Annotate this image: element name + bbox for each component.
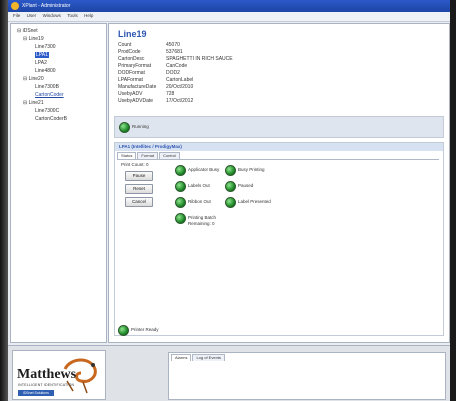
device-tabs: Status Format Control [117,152,181,159]
label-presented-led-icon [225,197,236,208]
print-count: Print Count: 0 [121,162,149,167]
company-logo: Matthews INTELLIGENT IDENTIFICATION iDSn… [12,350,106,400]
line-status-strip: Running [114,116,444,138]
printer-status-text: Printer Ready [131,327,159,332]
app-icon [11,2,19,10]
monitor-bezel-left [0,0,8,401]
field-row: DODFormat DOD2 [118,70,180,76]
menu-windows[interactable]: Windows [43,13,61,18]
busy-printing-led-icon [225,165,236,176]
tree-item-cartoncoder[interactable]: CartonCoder [35,92,64,98]
tree-item-line7300b[interactable]: Line7300B [35,84,59,90]
line-detail-pane: Line19 Count 45070 ProdCode 537681 CartonD… [108,23,450,343]
tree-item-cartoncoderb[interactable]: CartonCoderB [35,116,67,122]
indicator-label: Labels Out [188,183,210,188]
tab-status[interactable]: Status [117,152,137,159]
menu-user[interactable]: User [27,13,37,18]
device-tree: ⊟ iDSnet ⊟ Line19 Line7300 LPA1 LPA2 Lin… [10,23,107,343]
field-row: LPAFormat CartonLabel [118,77,194,83]
logo-badge: iDSnet Solutions [18,390,54,396]
reset-button[interactable]: Reset [125,184,153,194]
ribbon-out-led-icon [175,197,186,208]
tree-node-line21[interactable]: ⊟ Line21 [23,100,44,106]
indicator-label: Printing Batch [188,215,217,220]
field-row: UsebyADV 728 [118,91,175,97]
tree-item-line7300c[interactable]: Line7300C [35,108,59,114]
indicator-sublabel: Remaining: 0 [188,221,215,226]
menu-tools[interactable]: Tools [67,13,78,18]
running-led-icon [119,122,130,133]
field-row: UsebyADVDate 17/Oct/2012 [118,98,194,104]
tree-item-lpa2[interactable]: LPA2 [35,60,47,66]
field-row: CartonDesc SPAGHETTI IN RICH SAUCE [118,56,233,62]
field-row: ManufactureDate 20/Oct/2010 [118,84,194,90]
device-panel: LPA1 (Intellitec / ProdigyMax) Status For… [114,142,444,336]
indicator-label: Busy Printing [238,167,265,172]
paused-led-icon [225,181,236,192]
printer-status-strip: Printer Ready [114,322,442,338]
printing-batch-led-icon [175,213,186,224]
monitor-bezel-right [450,0,456,401]
tab-log-of-events[interactable]: Log of Events [192,354,225,361]
tree-node-line20[interactable]: ⊟ Line20 [23,76,44,82]
indicator-label: Label Presented [238,199,271,204]
labels-out-led-icon [175,181,186,192]
menu-file[interactable]: File [13,13,20,18]
tab-alarms[interactable]: Alarms [171,354,192,361]
line-title: Line19 [118,29,147,39]
applicator-busy-led-icon [175,165,186,176]
field-row: PrimaryFormat CanCode [118,63,188,69]
menu-bar: File User Windows Tools Help [8,12,450,22]
events-pane: Alarms Log of Events [168,352,446,400]
field-row: ProdCode 537681 [118,49,183,55]
tab-control[interactable]: Control [159,152,180,159]
tree-item-line7300[interactable]: Line7300 [35,44,56,50]
status-tab-body: Print Count: 0 Pause Reset Cancel Applic… [117,159,439,260]
indicator-label: Applicator Busy [188,167,220,172]
menu-help[interactable]: Help [84,13,93,18]
logo-wordmark: Matthews [17,367,77,382]
line-status-text: Running [132,124,149,129]
tree-node-line19[interactable]: ⊟ Line19 [23,36,44,42]
tree-item-line4800[interactable]: Line4800 [35,68,56,74]
indicator-label: Paused [238,183,254,188]
cancel-button[interactable]: Cancel [125,197,153,207]
printer-ready-led-icon [118,325,129,336]
title-bar: XPlant - Administrator [8,0,450,12]
window-title: XPlant - Administrator [22,3,71,9]
bottom-area: Matthews INTELLIGENT IDENTIFICATION iDSn… [8,345,450,401]
tree-root[interactable]: ⊟ iDSnet [17,28,38,34]
field-row: Count 45070 [118,42,180,48]
app-window: XPlant - Administrator File User Windows… [8,0,450,401]
device-panel-header: LPA1 (Intellitec / ProdigyMax) [115,143,443,151]
logo-tagline: INTELLIGENT IDENTIFICATION [18,383,75,387]
indicator-label: Ribbon Out [188,199,211,204]
tab-format[interactable]: Format [137,152,159,159]
events-tabs: Alarms Log of Events [171,354,226,361]
pause-button[interactable]: Pause [125,171,153,181]
tree-item-lpa1[interactable]: LPA1 [35,52,49,58]
